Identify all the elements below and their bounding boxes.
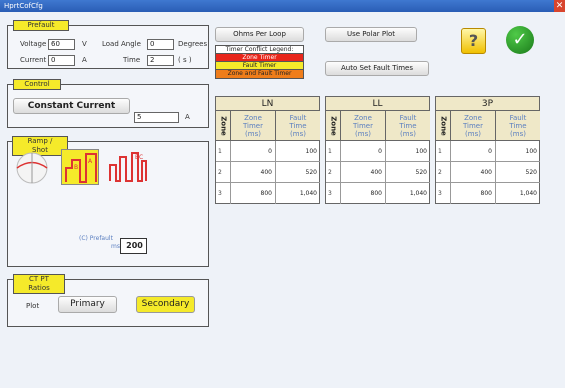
load-angle-unit: Degrees [178,40,208,48]
load-angle-input[interactable]: 0 [147,39,174,50]
3p-table: 3P Zone Zone Timer (ms) Fault Time (ms) 1 0 … [435,96,540,204]
window-title: HprtCofCfg [4,2,43,10]
ln-fault-time-header: Fault Time (ms) [276,111,320,141]
3p-timer-2[interactable]: 400 [451,162,496,183]
ll-zone-1: 1 [326,141,341,162]
3p-timer-1[interactable]: 0 [451,141,496,162]
ln-zone-2: 2 [216,162,231,183]
prefault-title: Prefault [13,20,69,31]
ln-table-title: LN [216,97,319,111]
prefault-ms-label-1: (C) Prefault [79,235,113,242]
shot-b-a-icon[interactable]: B A [61,149,99,185]
constant-current-button[interactable]: Constant Current [13,98,130,114]
ll-timer-3[interactable]: 800 [341,183,386,204]
prefault-panel: Prefault Voltage 60 V Load Angle 0 Degre… [7,20,209,69]
3p-zone-3: 3 [436,183,451,204]
ct-pt-ratios-panel: CT PT Ratios Plot Primary Secondary [7,274,209,327]
ll-timer-2[interactable]: 400 [341,162,386,183]
ll-fault-2[interactable]: 520 [386,162,430,183]
time-input[interactable]: 2 [147,55,174,66]
3p-fault-3[interactable]: 1,040 [496,183,540,204]
3p-zone-1: 1 [436,141,451,162]
shot-b-label: B [74,164,78,171]
help-button[interactable]: ? [461,28,486,54]
ln-zone-timer-header: Zone Timer (ms) [231,111,276,141]
3p-zone-timer-header: Zone Timer (ms) [451,111,496,141]
3p-zone-header: Zone [436,111,451,141]
timer-conflict-legend: Timer Conflict Legend: Zone Timer Fault … [215,45,304,79]
ll-fault-time-header: Fault Time (ms) [386,111,430,141]
close-icon: ✕ [555,1,564,11]
shot-bc-label: BC [135,154,143,161]
ln-zone-header: Zone [216,111,231,141]
3p-fault-2[interactable]: 520 [496,162,540,183]
ok-button[interactable]: ✓ [506,26,534,54]
load-angle-label: Load Angle [102,40,141,48]
use-polar-plot-button[interactable]: Use Polar Plot [325,27,417,42]
ln-zone-1: 1 [216,141,231,162]
prefault-ms-label-2: ms [111,243,120,250]
ll-zone-3: 3 [326,183,341,204]
ln-zone-3: 3 [216,183,231,204]
primary-button[interactable]: Primary [58,296,117,313]
voltage-unit: V [82,40,87,48]
ll-zone-timer-header: Zone Timer (ms) [341,111,386,141]
control-panel: Control Constant Current 5 A [7,79,209,128]
ll-timer-1[interactable]: 0 [341,141,386,162]
ln-table: LN Zone Zone Timer (ms) Fault Time (ms) 1 0 … [215,96,320,204]
close-button[interactable]: ✕ [554,0,565,12]
legend-zone-fault-timer: Zone and Fault Timer [216,70,303,78]
voltage-input[interactable]: 60 [48,39,75,50]
prefault-ms-input[interactable]: 200 [120,238,147,254]
time-unit: ( s ) [178,56,192,64]
shot-bc-icon[interactable]: BC [108,149,148,185]
plot-label: Plot [26,302,40,310]
voltage-label: Voltage [20,40,47,48]
control-current-unit: A [185,113,190,121]
3p-table-title: 3P [436,97,539,111]
3p-zone-2: 2 [436,162,451,183]
ll-table-title: LL [326,97,429,111]
auto-set-fault-times-button[interactable]: Auto Set Fault Times [325,61,429,76]
ll-table: LL Zone Zone Timer (ms) Fault Time (ms) 1 0 … [325,96,430,204]
checkmark-icon: ✓ [512,29,528,50]
3p-fault-time-header: Fault Time (ms) [496,111,540,141]
ll-zone-2: 2 [326,162,341,183]
control-current-input[interactable]: 5 [134,112,179,123]
current-label: Current [20,56,47,64]
legend-title: Timer Conflict Legend: [216,46,303,54]
ln-timer-1[interactable]: 0 [231,141,276,162]
ramp-icon[interactable] [12,149,52,185]
question-mark-icon: ? [468,31,479,50]
current-unit: A [82,56,87,64]
time-label: Time [123,56,141,64]
ll-fault-1[interactable]: 100 [386,141,430,162]
ll-fault-3[interactable]: 1,040 [386,183,430,204]
ln-timer-2[interactable]: 400 [231,162,276,183]
secondary-button[interactable]: Secondary [136,296,195,313]
window-titlebar: HprtCofCfg [0,0,565,12]
ln-timer-3[interactable]: 800 [231,183,276,204]
ln-fault-2[interactable]: 520 [276,162,320,183]
legend-fault-timer: Fault Timer [216,62,303,70]
ramp-shot-panel: Ramp / Shot B A BC (C) Prefault ms 200 [7,136,209,267]
shot-a-label: A [88,158,93,165]
legend-zone-timer: Zone Timer [216,54,303,62]
ln-fault-3[interactable]: 1,040 [276,183,320,204]
ct-pt-ratios-title: CT PT Ratios [13,274,65,294]
ohms-per-loop-button[interactable]: Ohms Per Loop [215,27,304,42]
ln-fault-1[interactable]: 100 [276,141,320,162]
ll-zone-header: Zone [326,111,341,141]
3p-fault-1[interactable]: 100 [496,141,540,162]
control-title: Control [13,79,61,90]
current-input[interactable]: 0 [48,55,75,66]
3p-timer-3[interactable]: 800 [451,183,496,204]
